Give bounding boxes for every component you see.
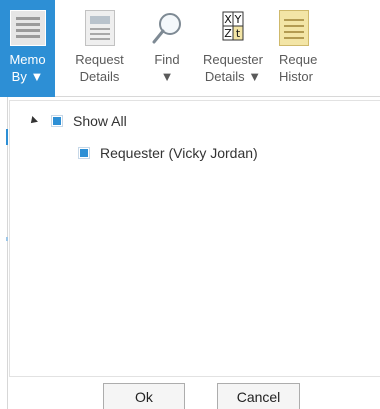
request-details-button[interactable]: Request Details xyxy=(63,0,136,97)
show-all-label: Show All xyxy=(73,113,127,129)
filter-tree-panel: Show All Requester (Vicky Jordan) xyxy=(9,100,380,377)
find-button[interactable]: Find ▼ xyxy=(142,0,192,97)
expand-arrow-icon[interactable] xyxy=(28,116,38,126)
requester-checkbox[interactable] xyxy=(78,147,90,159)
memo-list-icon xyxy=(9,10,46,46)
find-dropdown-arrow: ▼ xyxy=(160,69,174,84)
tree-node-show-all[interactable]: Show All xyxy=(28,111,127,131)
requester-label: Requester (Vicky Jordan) xyxy=(100,145,258,161)
request-history-button[interactable]: Reque Histor xyxy=(274,0,334,97)
cancel-button[interactable]: Cancel xyxy=(217,383,300,409)
memo-by-button[interactable]: Memo By ▼ xyxy=(0,0,55,97)
find-label: Find xyxy=(154,52,180,67)
show-all-checkbox[interactable] xyxy=(51,115,63,127)
svg-text:Y: Y xyxy=(234,13,242,26)
xyz-icon: X Y Z t xyxy=(215,10,251,46)
requester-details-label-1: Requester xyxy=(203,52,263,67)
magnifier-icon xyxy=(149,10,185,46)
svg-text:Z: Z xyxy=(224,27,232,40)
ok-button[interactable]: Ok xyxy=(103,383,185,409)
document-icon xyxy=(84,10,115,46)
svg-text:X: X xyxy=(224,13,232,26)
tree-node-requester[interactable]: Requester (Vicky Jordan) xyxy=(78,143,258,163)
left-panel-edge xyxy=(0,97,8,409)
request-history-label-2: Histor xyxy=(279,69,313,84)
ribbon-toolbar: Memo By ▼ Request Details Find ▼ X Y Z t… xyxy=(0,0,380,97)
requester-details-button[interactable]: X Y Z t Requester Details ▼ xyxy=(192,0,274,97)
memo-by-dropdown-label: By ▼ xyxy=(11,69,44,84)
request-details-label-2: Details xyxy=(79,69,120,84)
svg-text:t: t xyxy=(236,27,241,40)
memo-by-label: Memo xyxy=(9,52,46,67)
requester-details-label-2: Details ▼ xyxy=(204,69,262,84)
request-details-label-1: Request xyxy=(75,52,124,67)
notes-icon xyxy=(279,10,309,46)
request-history-label-1: Reque xyxy=(279,52,318,67)
